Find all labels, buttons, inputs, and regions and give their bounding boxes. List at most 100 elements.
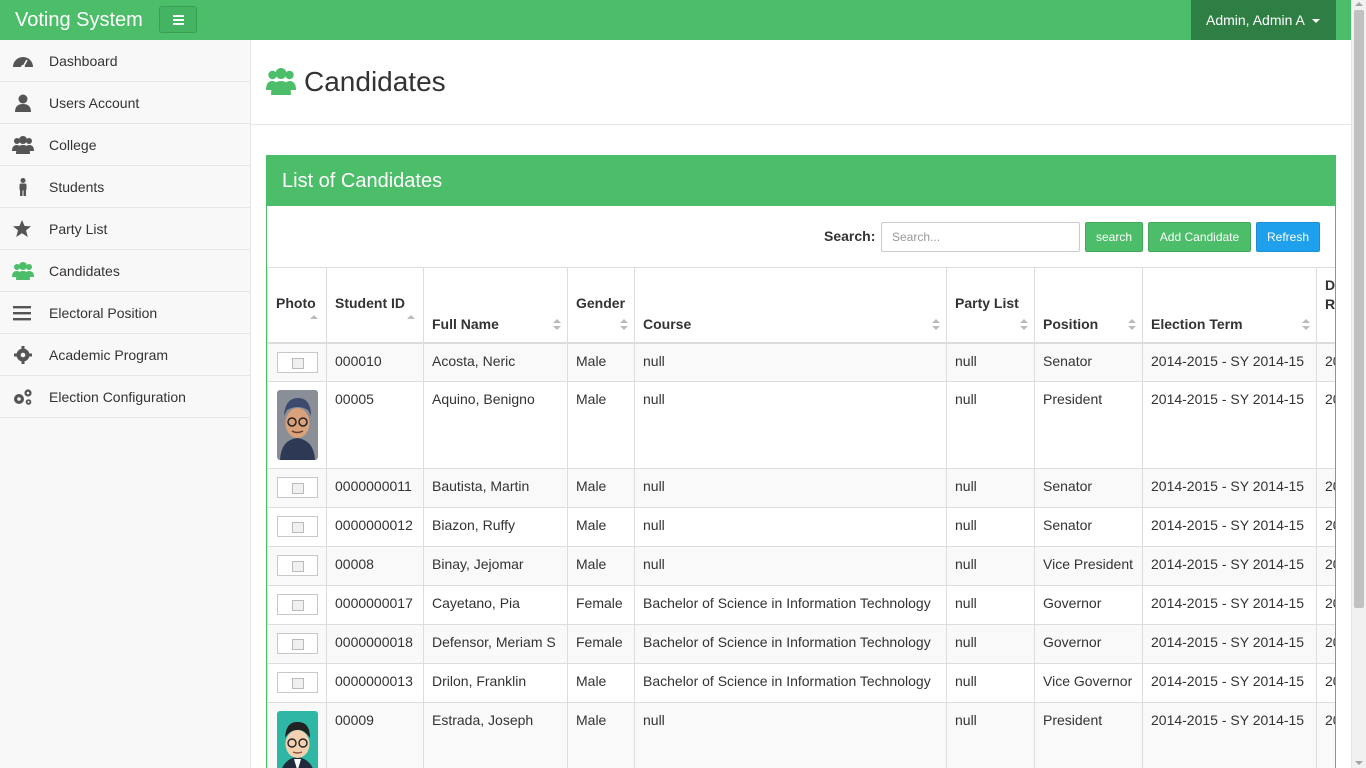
table-row[interactable]: 000010 Acosta, Neric Male null null Senator 20… bbox=[267, 342, 1335, 382]
col-header-label: Full Name bbox=[432, 315, 499, 332]
users-icon bbox=[266, 68, 296, 95]
full-name-cell: Aquino, Benigno bbox=[423, 381, 568, 469]
table-row[interactable]: 0000000011 Bautista, Martin Male null null Se… bbox=[267, 468, 1335, 508]
sort-icon bbox=[1302, 318, 1310, 331]
election-term-cell: 2014-2015 - SY 2014-15 bbox=[1142, 342, 1317, 382]
caret-down-icon bbox=[1311, 19, 1320, 24]
student-id-cell: 0000000011 bbox=[326, 468, 424, 508]
table-row[interactable]: 00005 Aquino, Benigno Male null null Presiden… bbox=[267, 381, 1335, 469]
table-row[interactable]: 0000000013 Drilon, Franklin Male Bachelor o… bbox=[267, 663, 1335, 703]
app-brand[interactable]: Voting System bbox=[15, 8, 143, 32]
search-button[interactable]: search bbox=[1085, 222, 1143, 252]
table-row[interactable]: 00009 Estrada, Joseph Male null null Presiden… bbox=[267, 702, 1335, 768]
broken-image-icon bbox=[277, 516, 318, 537]
course-cell: null bbox=[634, 381, 947, 469]
cogs-icon bbox=[14, 389, 32, 405]
party-list-cell: null bbox=[946, 546, 1035, 586]
gender-cell: Male bbox=[567, 468, 635, 508]
col-header-gender[interactable]: Gender bbox=[567, 267, 635, 343]
user-menu-dropdown[interactable]: Admin, Admin A bbox=[1191, 0, 1336, 40]
col-header-label: Photo bbox=[276, 295, 316, 311]
photo-cell bbox=[267, 381, 327, 469]
col-header-course[interactable]: Course bbox=[634, 267, 947, 343]
candidates-table-wrapper[interactable]: Photo Student ID Full Name Gender Course… bbox=[267, 267, 1336, 768]
star-icon bbox=[13, 220, 31, 237]
gender-cell: Female bbox=[567, 624, 635, 664]
party-list-cell: null bbox=[946, 468, 1035, 508]
date-registered-cell: 20 bbox=[1316, 702, 1335, 768]
sidebar-item-election-configuration[interactable]: Election Configuration bbox=[0, 376, 250, 418]
photo-cell bbox=[267, 546, 327, 586]
scrollbar-thumb[interactable] bbox=[1354, 10, 1364, 608]
gender-cell: Male bbox=[567, 702, 635, 768]
search-bar: Search: search Add Candidate Refresh bbox=[267, 206, 1335, 268]
sidebar-item-candidates[interactable]: Candidates bbox=[0, 250, 250, 292]
party-list-cell: null bbox=[946, 381, 1035, 469]
candidate-photo bbox=[277, 711, 318, 768]
dashboard-icon bbox=[13, 57, 33, 69]
table-row[interactable]: 0000000018 Defensor, Meriam S Female Bachel… bbox=[267, 624, 1335, 664]
full-name-cell: Cayetano, Pia bbox=[423, 585, 568, 625]
sidebar-item-dashboard[interactable]: Dashboard bbox=[0, 40, 250, 82]
sort-icon bbox=[553, 318, 561, 331]
photo-cell bbox=[267, 342, 327, 382]
scroll-up-icon[interactable] bbox=[1355, 2, 1363, 6]
header-divider bbox=[251, 124, 1351, 125]
hamburger-icon-bar bbox=[173, 19, 184, 21]
election-term-cell: 2014-2015 - SY 2014-15 bbox=[1142, 468, 1317, 508]
add-candidate-button[interactable]: Add Candidate bbox=[1148, 222, 1251, 252]
election-term-cell: 2014-2015 - SY 2014-15 bbox=[1142, 702, 1317, 768]
date-registered-cell: 20 bbox=[1316, 663, 1335, 703]
table-row[interactable]: 0000000017 Cayetano, Pia Female Bachelor of… bbox=[267, 585, 1335, 625]
table-body: 000010 Acosta, Neric Male null null Senator 20… bbox=[267, 342, 1335, 768]
date-registered-cell: 20 bbox=[1316, 507, 1335, 547]
position-cell: Senator bbox=[1034, 507, 1143, 547]
gender-cell: Male bbox=[567, 342, 635, 382]
table-row[interactable]: 00008 Binay, Jejomar Male null null Vice Pres… bbox=[267, 546, 1335, 586]
col-header-party-list[interactable]: Party List bbox=[946, 267, 1035, 343]
broken-image-icon bbox=[277, 477, 318, 498]
election-term-cell: 2014-2015 - SY 2014-15 bbox=[1142, 663, 1317, 703]
sidebar-item-party-list[interactable]: Party List bbox=[0, 208, 250, 250]
party-list-cell: null bbox=[946, 585, 1035, 625]
col-header-label: Party List bbox=[955, 295, 1019, 311]
cog-icon bbox=[14, 346, 32, 364]
student-id-cell: 00008 bbox=[326, 546, 424, 586]
sidebar-item-college[interactable]: College bbox=[0, 124, 250, 166]
page-scrollbar[interactable] bbox=[1351, 0, 1366, 768]
sidebar-item-students[interactable]: Students bbox=[0, 166, 250, 208]
hamburger-icon bbox=[173, 15, 184, 17]
date-registered-cell: 20 bbox=[1316, 546, 1335, 586]
position-cell: Vice President bbox=[1034, 546, 1143, 586]
sidebar-item-electoral-position[interactable]: Electoral Position bbox=[0, 292, 250, 334]
refresh-button[interactable]: Refresh bbox=[1256, 222, 1320, 252]
sidebar-toggle-button[interactable] bbox=[159, 6, 197, 33]
col-header-position[interactable]: Position bbox=[1034, 267, 1143, 343]
col-header-photo[interactable]: Photo bbox=[267, 267, 327, 343]
gender-cell: Male bbox=[567, 546, 635, 586]
table-row[interactable]: 0000000012 Biazon, Ruffy Male null null Senat… bbox=[267, 507, 1335, 547]
user-name: Admin, Admin A bbox=[1206, 12, 1305, 28]
col-header-date-registered[interactable]: DR bbox=[1316, 267, 1336, 343]
scroll-down-icon[interactable] bbox=[1355, 761, 1363, 765]
col-header-label-line2: R bbox=[1325, 296, 1336, 312]
col-header-election-term[interactable]: Election Term bbox=[1142, 267, 1317, 343]
search-input[interactable] bbox=[881, 222, 1080, 252]
sidebar-item-label: Party List bbox=[49, 221, 108, 237]
gender-cell: Female bbox=[567, 585, 635, 625]
student-id-cell: 0000000012 bbox=[326, 507, 424, 547]
sort-icon bbox=[1020, 318, 1028, 331]
col-header-student-id[interactable]: Student ID bbox=[326, 267, 424, 343]
party-list-cell: null bbox=[946, 507, 1035, 547]
date-registered-cell: 20 bbox=[1316, 342, 1335, 382]
users-icon bbox=[12, 136, 34, 154]
sidebar-item-label: Dashboard bbox=[49, 53, 118, 69]
sidebar-item-academic-program[interactable]: Academic Program bbox=[0, 334, 250, 376]
party-list-cell: null bbox=[946, 342, 1035, 382]
broken-image-icon bbox=[277, 672, 318, 693]
bars-icon bbox=[13, 306, 31, 321]
sidebar-item-users-account[interactable]: Users Account bbox=[0, 82, 250, 124]
col-header-full-name[interactable]: Full Name bbox=[423, 267, 568, 343]
date-registered-cell: 20 bbox=[1316, 585, 1335, 625]
position-cell: Senator bbox=[1034, 342, 1143, 382]
